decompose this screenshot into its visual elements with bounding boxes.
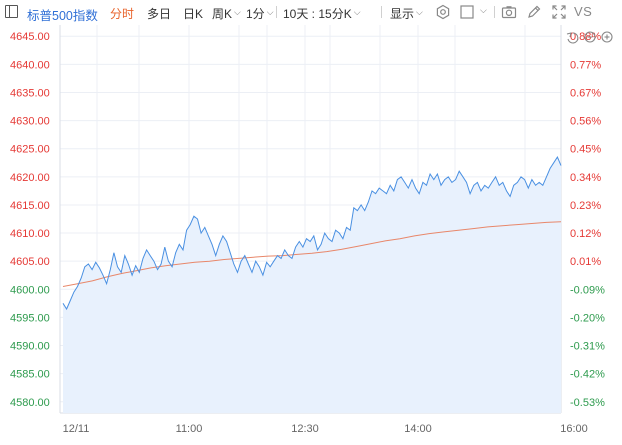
y-right-tick-label: 0.77% <box>570 59 601 71</box>
y-left-tick-label: 4640.00 <box>10 59 50 71</box>
period-selector[interactable]: 10天 : 15分K ⌵ <box>283 5 361 22</box>
period-selector-label: 10天 : 15分K <box>283 7 352 21</box>
y-left-tick-label: 4625.00 <box>10 144 50 156</box>
y-right-tick-label: 0.12% <box>570 228 601 240</box>
intraday-chart[interactable]: 4645.00 0.88%4640.00 0.77%4635.00 0.67%4630… <box>0 25 622 445</box>
chevron-down-icon: ⌵ <box>416 7 423 17</box>
chart-toolbar: 标普500指数 分时 多日 日K 周K ⌵ 1分 ⌵ 10天 : 15分K ⌵ 显示 ⌵… <box>0 0 622 25</box>
x-tick-label: 16:00 <box>560 423 588 435</box>
y-right-tick-label: -0.31% <box>570 341 605 353</box>
tab-duori[interactable]: 多日 <box>147 5 171 22</box>
y-right-tick-label: -0.09% <box>570 284 605 296</box>
y-left-tick-label: 4605.00 <box>10 256 50 268</box>
display-menu-label: 显示 <box>390 7 415 21</box>
pencil-icon[interactable] <box>526 4 542 20</box>
y-left-tick-label: 4580.00 <box>10 397 50 409</box>
square-icon[interactable] <box>459 4 475 20</box>
tab-minute-label: 1分 <box>246 7 265 21</box>
chevron-down-icon: ⌵ <box>234 7 241 17</box>
price-area-fill <box>63 157 561 413</box>
sidebar-toggle-icon[interactable] <box>5 5 18 18</box>
toolbar-divider <box>276 6 277 18</box>
y-right-tick-label: 0.23% <box>570 200 601 212</box>
chevron-down-icon: ⌵ <box>353 7 361 17</box>
tab-zhouk-label: 周K <box>212 7 233 21</box>
y-left-tick-label: 4590.00 <box>10 341 50 353</box>
x-tick-label: 14:00 <box>404 423 432 435</box>
y-right-tick-label: -0.42% <box>570 369 605 381</box>
y-right-tick-label: 0.56% <box>570 116 601 128</box>
compare-vs-button[interactable]: VS <box>574 4 592 19</box>
x-tick-label: 11:00 <box>176 423 203 435</box>
chevron-down-icon[interactable]: ⌵ <box>480 5 487 16</box>
y-left-tick-label: 4645.00 <box>10 31 50 43</box>
zoom-in-icon[interactable] <box>601 31 613 43</box>
y-right-tick-label: -0.53% <box>570 397 605 409</box>
toolbar-divider <box>494 6 495 18</box>
y-left-tick-label: 4585.00 <box>10 369 50 381</box>
tab-zhouk[interactable]: 周K ⌵ <box>212 5 241 22</box>
y-right-tick-label: -0.20% <box>570 312 605 324</box>
tab-rik[interactable]: 日K <box>183 5 203 22</box>
y-right-tick-label: 0.67% <box>570 87 601 99</box>
y-left-tick-label: 4600.00 <box>10 284 50 296</box>
y-left-tick-label: 4635.00 <box>10 87 50 99</box>
symbol-name[interactable]: 标普500指数 <box>27 5 98 24</box>
y-right-tick-label: 0.45% <box>570 144 601 156</box>
expand-icon[interactable] <box>551 4 567 20</box>
tab-minute[interactable]: 1分 ⌵ <box>246 5 274 22</box>
y-left-tick-label: 4610.00 <box>10 228 50 240</box>
x-tick-label: 12:30 <box>291 423 319 435</box>
chart-area[interactable]: 4645.00 0.88% 4640.00 0.77% 4635.00 0.67% 4630… <box>0 25 622 445</box>
chevron-down-icon: ⌵ <box>266 7 274 17</box>
y-right-tick-label: 0.34% <box>570 172 601 184</box>
x-tick-label: 12/11 <box>63 423 90 435</box>
y-left-tick-label: 4620.00 <box>10 172 50 184</box>
display-menu[interactable]: 显示 ⌵ <box>390 5 423 22</box>
toolbar-divider <box>381 6 382 18</box>
y-right-tick-label: 0.01% <box>570 256 601 268</box>
tab-fenshi[interactable]: 分时 <box>110 5 134 22</box>
gear-icon[interactable] <box>435 4 451 20</box>
y-left-tick-label: 4595.00 <box>10 312 50 324</box>
y-left-tick-label: 4615.00 <box>10 200 50 212</box>
y-left-tick-label: 4630.00 <box>10 116 50 128</box>
camera-icon[interactable] <box>501 4 517 20</box>
